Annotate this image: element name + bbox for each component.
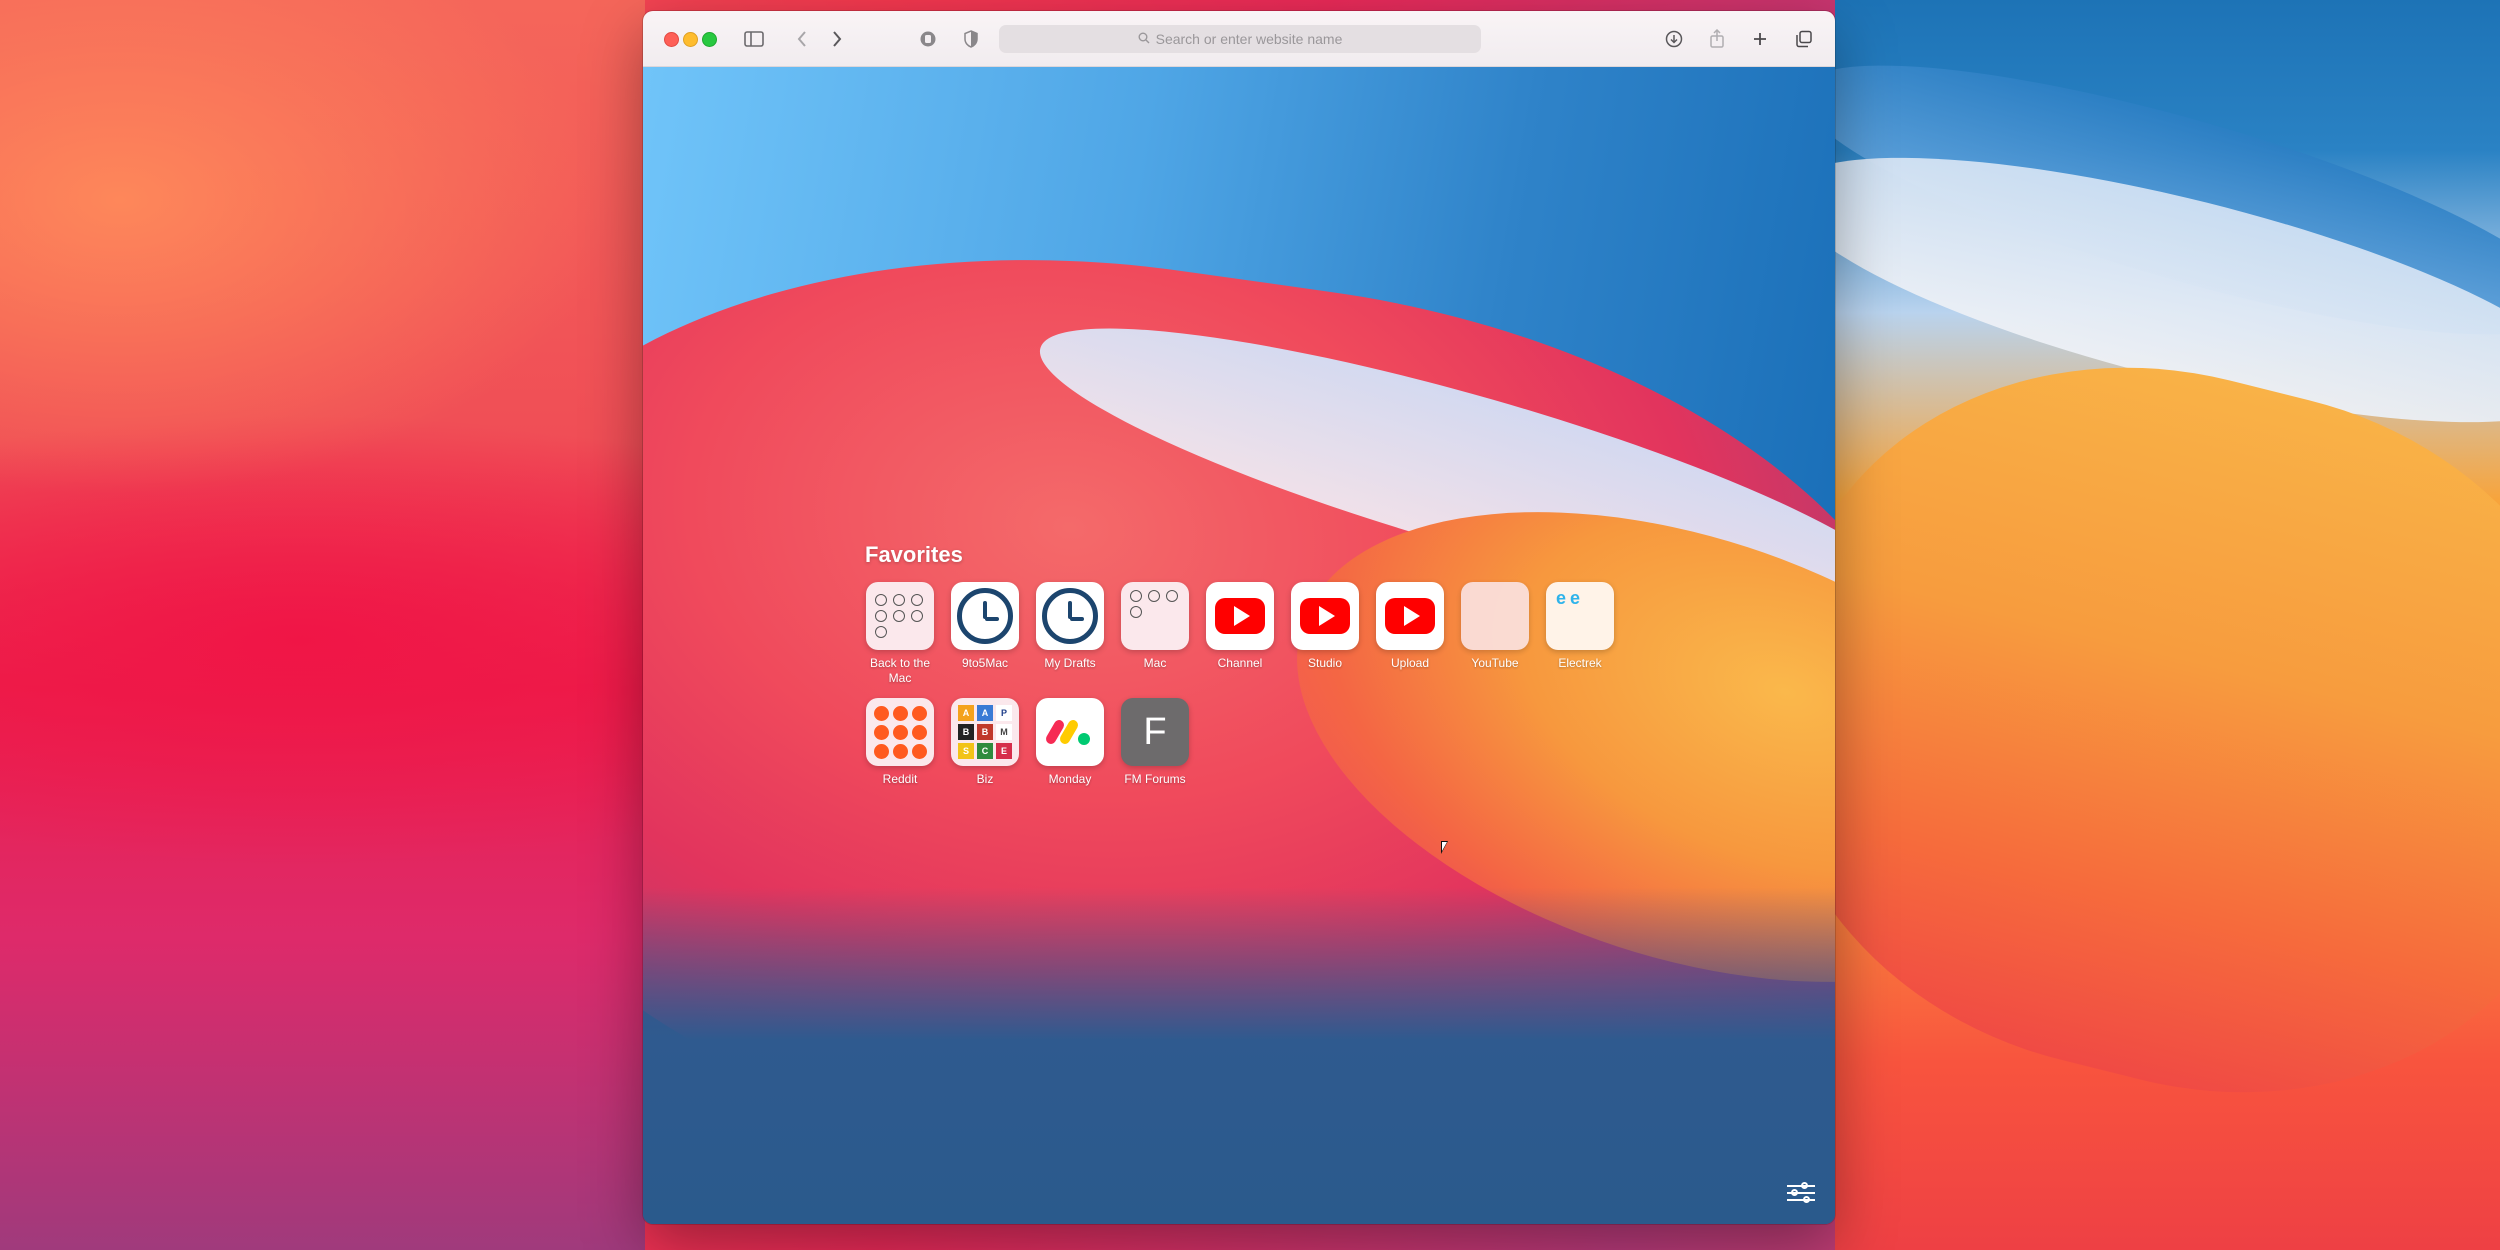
- favorite-youtube[interactable]: YouTube: [1460, 582, 1530, 686]
- plus-icon[interactable]: [1747, 27, 1773, 51]
- chevron-left-icon[interactable]: [789, 27, 815, 51]
- favorites-section: Favorites Back to the Mac 9to5Mac My Dra…: [865, 542, 1615, 787]
- favorite-back-to-the-mac[interactable]: Back to the Mac: [865, 582, 935, 686]
- biz-cell: E: [996, 743, 1012, 759]
- biz-cell: P: [996, 705, 1012, 721]
- shield-icon[interactable]: [958, 27, 984, 51]
- biz-cell: A: [958, 705, 974, 721]
- favorite-9to5mac[interactable]: 9to5Mac: [950, 582, 1020, 686]
- chevron-right-icon[interactable]: [824, 27, 850, 51]
- customize-start-page-icon[interactable]: [1787, 1180, 1815, 1206]
- blank-page-icon: [1461, 582, 1529, 650]
- tab-overview-icon[interactable]: [1791, 27, 1817, 51]
- favorite-label: Biz: [976, 772, 994, 786]
- favorite-upload[interactable]: Upload: [1375, 582, 1445, 686]
- favorite-label: Mac: [1143, 656, 1167, 670]
- address-bar[interactable]: Search or enter website name: [999, 25, 1481, 53]
- desktop-wallpaper-left: [0, 0, 645, 1250]
- favorite-label: Electrek: [1558, 656, 1602, 670]
- favorite-reddit[interactable]: Reddit: [865, 698, 935, 787]
- biz-cell: M: [996, 724, 1012, 740]
- favorite-channel[interactable]: Channel: [1205, 582, 1275, 686]
- favorite-biz[interactable]: A A P B B M S C E Biz: [950, 698, 1020, 787]
- electrek-icon: ee: [1546, 582, 1614, 650]
- letter-f-icon: F: [1121, 698, 1189, 766]
- favorite-electrek[interactable]: ee Electrek: [1545, 582, 1615, 686]
- clock-grid-icon: [866, 582, 934, 650]
- clock-icon: [1036, 582, 1104, 650]
- biz-grid-icon: A A P B B M S C E: [951, 698, 1019, 766]
- address-placeholder: Search or enter website name: [1155, 31, 1343, 47]
- biz-cell: C: [977, 743, 993, 759]
- browser-toolbar: Search or enter website name: [643, 11, 1835, 67]
- sidebar-icon[interactable]: [741, 27, 767, 51]
- biz-cell: A: [977, 705, 993, 721]
- search-icon: [1138, 31, 1150, 47]
- favorite-my-drafts[interactable]: My Drafts: [1035, 582, 1105, 686]
- fullscreen-window-button[interactable]: [702, 32, 717, 47]
- favorites-title: Favorites: [865, 542, 963, 567]
- monday-icon: [1036, 698, 1104, 766]
- safari-window: Search or enter website name Favorites B…: [643, 11, 1835, 1224]
- favorite-label: Channel: [1217, 656, 1263, 670]
- share-icon[interactable]: [1704, 27, 1730, 51]
- favorite-label: 9to5Mac: [961, 656, 1009, 670]
- close-window-button[interactable]: [664, 32, 679, 47]
- biz-cell: S: [958, 743, 974, 759]
- youtube-icon: [1376, 582, 1444, 650]
- start-page: Favorites Back to the Mac 9to5Mac My Dra…: [643, 67, 1835, 1224]
- favorite-monday[interactable]: Monday: [1035, 698, 1105, 787]
- favorite-studio[interactable]: Studio: [1290, 582, 1360, 686]
- favorite-label: Upload: [1390, 656, 1430, 670]
- favorite-label: Back to the Mac: [869, 656, 931, 685]
- favorite-fm-forums[interactable]: F FM Forums: [1120, 698, 1190, 787]
- minimize-window-button[interactable]: [683, 32, 698, 47]
- download-icon[interactable]: [1661, 27, 1687, 51]
- extension-icon[interactable]: [915, 27, 941, 51]
- favorite-label: FM Forums: [1124, 772, 1186, 786]
- mouse-cursor-icon: [1441, 841, 1448, 854]
- favorite-label: Studio: [1307, 656, 1343, 670]
- favorite-mac[interactable]: Mac: [1120, 582, 1190, 686]
- clock-icon: [951, 582, 1019, 650]
- biz-cell: B: [977, 724, 993, 740]
- desktop-wallpaper-right: [1835, 0, 2500, 1250]
- favorite-label: Reddit: [882, 772, 918, 786]
- favorite-label: YouTube: [1471, 656, 1519, 670]
- reddit-grid-icon: [866, 698, 934, 766]
- favorite-label: My Drafts: [1044, 656, 1096, 670]
- favorite-label: Monday: [1048, 772, 1092, 786]
- biz-cell: B: [958, 724, 974, 740]
- youtube-icon: [1291, 582, 1359, 650]
- clock-grid-icon: [1121, 582, 1189, 650]
- youtube-icon: [1206, 582, 1274, 650]
